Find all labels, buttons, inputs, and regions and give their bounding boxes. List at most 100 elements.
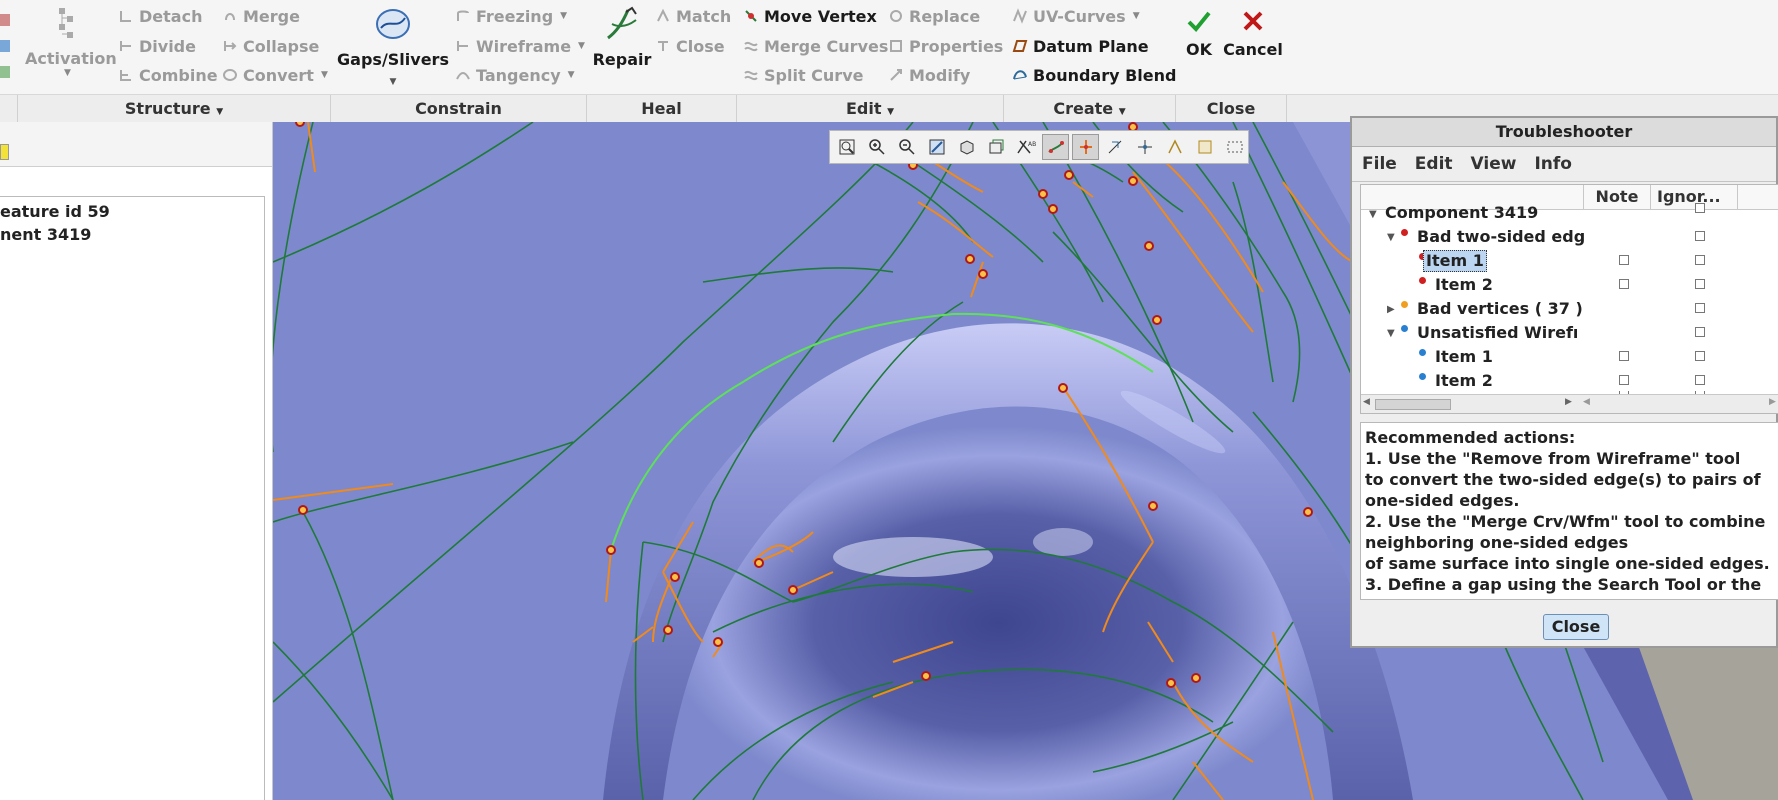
scroll-left-icon[interactable]: ◀ [1363,397,1370,407]
tree-row[interactable]: Item 1 [1361,345,1778,369]
model-tree-settings-button[interactable] [0,144,9,160]
split-curve-button[interactable]: Split Curve [743,63,863,87]
issue-tree[interactable]: Note Ignor... ▼ Component 3419 ▼ Bad two… [1360,184,1778,414]
repaint-icon[interactable] [923,134,950,160]
tree-row[interactable]: ▶ Bad vertices ( 37 ) [1361,297,1778,321]
uv-curves-button[interactable]: UV-Curves ▼ [1012,4,1140,28]
close-heal-icon [655,38,671,54]
merge-curves-button[interactable]: Merge Curves [743,34,888,58]
edge-display-icon[interactable] [1072,134,1100,160]
collapse-button[interactable]: Collapse [222,34,319,58]
boundary-blend-button[interactable]: Boundary Blend [1012,63,1176,87]
curve-display-icon[interactable]: AB [1013,134,1040,160]
checkmark-icon [1187,11,1211,32]
menu-view[interactable]: View [1471,154,1517,174]
collapse-icon [222,38,238,54]
display-style-icon[interactable] [953,134,980,160]
wireframe-button[interactable]: Wireframe ▼ [455,34,585,58]
scroll-right-icon[interactable]: ▶ [1769,397,1776,407]
match-button[interactable]: Match [655,4,731,28]
combine-button[interactable]: Combine [118,63,218,87]
zoom-in-icon[interactable] [864,134,891,160]
troubleshooter-menubar: File Edit View Info [1352,147,1776,182]
select-box-icon[interactable] [1221,134,1248,160]
vertex-display-icon[interactable] [1102,134,1129,160]
group-partial [0,95,18,123]
replace-icon [888,8,904,24]
axis-display-icon[interactable] [1162,134,1189,160]
tree-row-selected[interactable]: Item 1 [1361,249,1778,273]
tree-row-label: Component 3419 [1385,203,1539,222]
split-curve-icon [743,67,759,83]
scroll-right-icon[interactable]: ▶ [1565,397,1572,407]
expand-triangle-icon[interactable]: ▶ [1387,304,1395,315]
tangency-icon [455,67,471,83]
note-checkbox[interactable] [1619,375,1629,385]
detach-icon [118,8,134,24]
merge-button[interactable]: Merge [222,4,300,28]
note-checkbox[interactable] [1619,279,1629,289]
activation-button[interactable] [40,4,96,48]
cancel-x-icon [1243,11,1263,31]
move-vertex-button[interactable]: Move Vertex [743,4,877,28]
tree-row[interactable]: Item 2 [1361,369,1778,393]
modify-button[interactable]: Modify [888,63,970,87]
close-heal-button[interactable]: Close [655,34,725,58]
tree-row-label: Unsatisfied Wirefra [1417,323,1577,342]
ignore-checkbox[interactable] [1695,327,1705,337]
ignore-checkbox[interactable] [1695,231,1705,241]
properties-button[interactable]: Properties [888,34,1003,58]
ok-button[interactable]: OK [1181,6,1217,59]
group-edit[interactable]: Edit ▼ [737,95,1004,123]
collapse-triangle-icon[interactable]: ▼ [1369,209,1377,220]
zoom-out-icon[interactable] [894,134,921,160]
replace-button[interactable]: Replace [888,4,980,28]
collapse-triangle-icon[interactable]: ▼ [1387,328,1395,339]
tree-row[interactable]: Item 2 [1361,273,1778,297]
saved-views-icon[interactable] [983,134,1010,160]
recommended-line: to convert the two-sided edge(s) to pair… [1365,470,1761,489]
info-bullet-icon [1401,325,1408,332]
tangency-button[interactable]: Tangency ▼ [455,63,575,87]
ignore-checkbox[interactable] [1695,351,1705,361]
activation-dropdown-icon[interactable]: ▼ [64,68,71,78]
gaps-slivers-dropdown-icon[interactable]: ▼ [390,77,397,87]
recommended-line: 2. Use the "Merge Crv/Wfm" tool to combi… [1365,512,1766,531]
wireframe-display-icon[interactable] [1042,134,1070,160]
scroll-thumb[interactable] [1375,399,1451,410]
note-checkbox[interactable] [1619,255,1629,265]
point-display-icon[interactable] [1191,134,1218,160]
ignore-checkbox[interactable] [1695,375,1705,385]
group-close: Close [1176,95,1287,123]
tree-row[interactable]: ▼ Unsatisfied Wirefra [1361,321,1778,345]
plane-display-icon[interactable] [1132,134,1159,160]
merge-curves-icon [743,38,759,54]
ignore-checkbox[interactable] [1695,279,1705,289]
scroll-left-icon[interactable]: ◀ [1583,397,1590,407]
repair-button[interactable]: Repair [590,4,654,69]
tree-row[interactable]: ▼ Bad two-sided edg [1361,225,1778,249]
collapse-triangle-icon[interactable]: ▼ [1387,232,1395,243]
detach-button[interactable]: Detach [118,4,202,28]
ignore-checkbox[interactable] [1695,255,1705,265]
model-tree-panel: eature id 59 nent 3419 [0,122,273,800]
menu-file[interactable]: File [1362,154,1397,174]
tree-horizontal-scrollbar[interactable]: ◀ ▶ ◀ ▶ [1361,394,1778,413]
refit-icon[interactable] [834,134,861,160]
info-bullet-icon [1419,373,1426,380]
ignore-checkbox[interactable] [1695,303,1705,313]
menu-edit[interactable]: Edit [1415,154,1453,174]
troubleshooter-close-button[interactable]: Close [1543,614,1609,640]
menu-info[interactable]: Info [1534,154,1572,174]
cancel-button[interactable]: Cancel [1223,6,1283,59]
model-tree-toolbar [0,122,272,167]
group-create[interactable]: Create ▼ [1004,95,1176,123]
datum-plane-button[interactable]: Datum Plane [1012,34,1149,58]
ignore-checkbox[interactable] [1695,203,1705,213]
convert-button[interactable]: Convert ▼ [222,63,328,87]
freezing-button[interactable]: Freezing ▼ [455,4,567,28]
gaps-slivers-button[interactable]: Gaps/Slivers ▼ [336,4,450,88]
note-checkbox[interactable] [1619,351,1629,361]
group-structure[interactable]: Structure ▼ [18,95,331,123]
divide-button[interactable]: Divide [118,34,196,58]
